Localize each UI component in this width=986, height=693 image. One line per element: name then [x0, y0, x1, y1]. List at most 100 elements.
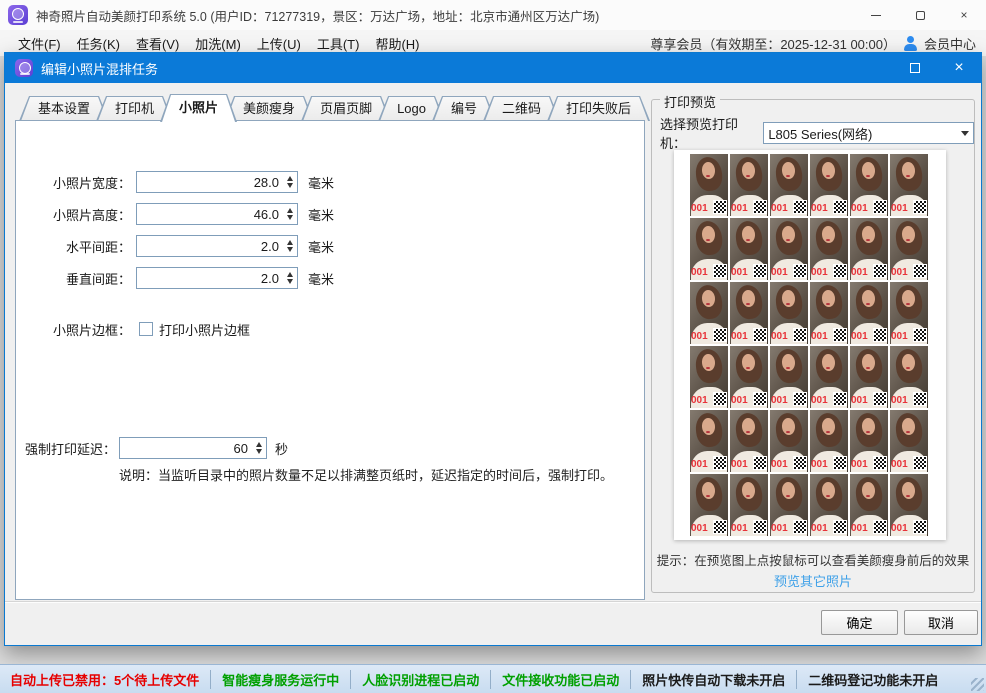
spin-up-icon — [287, 176, 293, 181]
photo-cell[interactable]: 001 — [770, 154, 808, 216]
spin-down-icon — [287, 183, 293, 188]
photo-cell[interactable]: 001 — [690, 154, 728, 216]
photo-number-badge: 001 — [891, 267, 908, 278]
tab-print-failure[interactable]: 打印失败后 — [547, 96, 650, 121]
photo-lips — [786, 495, 790, 497]
photo-lips — [906, 175, 910, 177]
photo-number-badge: 001 — [771, 331, 788, 342]
photo-cell[interactable]: 001 — [730, 346, 768, 408]
photo-cell[interactable]: 001 — [850, 218, 888, 280]
delay-note: 说明：当监听目录中的照片数量不足以排满整页纸时，延迟指定的时间后，强制打印。 — [119, 465, 613, 484]
dialog-close-button[interactable]: × — [937, 53, 981, 83]
ok-button[interactable]: 确定 — [821, 610, 898, 635]
photo-cell[interactable]: 001 — [770, 218, 808, 280]
photo-cell[interactable]: 001 — [890, 474, 928, 536]
spin-up-icon — [287, 272, 293, 277]
photo-cell[interactable]: 001 — [730, 282, 768, 344]
spin-up-icon — [256, 442, 262, 447]
photo-lips — [906, 367, 910, 369]
photo-lips — [786, 367, 790, 369]
photo-cell[interactable]: 001 — [770, 474, 808, 536]
photo-lips — [746, 495, 750, 497]
preview-page[interactable]: 0010010010010010010010010010010010010010… — [674, 150, 946, 540]
resize-grip[interactable] — [971, 678, 984, 691]
minimize-button[interactable] — [854, 0, 898, 30]
photo-cell[interactable]: 001 — [890, 154, 928, 216]
photo-cell[interactable]: 001 — [690, 474, 728, 536]
photo-cell[interactable]: 001 — [690, 282, 728, 344]
photo-lips — [826, 495, 830, 497]
photo-cell[interactable]: 001 — [890, 282, 928, 344]
photo-cell[interactable]: 001 — [890, 346, 928, 408]
photo-cell[interactable]: 001 — [850, 410, 888, 472]
photo-cell[interactable]: 001 — [890, 410, 928, 472]
print-border-checkbox[interactable] — [139, 322, 153, 336]
photo-cell[interactable]: 001 — [690, 410, 728, 472]
photo-number-badge: 001 — [891, 523, 908, 534]
photo-cell[interactable]: 001 — [810, 282, 848, 344]
photo-cell[interactable]: 001 — [850, 154, 888, 216]
qr-code-icon — [833, 200, 847, 214]
status-item: 自动上传已禁用：5个待上传文件 — [10, 670, 199, 689]
photo-lips — [706, 239, 710, 241]
photo-cell[interactable]: 001 — [770, 410, 808, 472]
delay-spinner[interactable] — [251, 438, 266, 458]
photo-number-badge: 001 — [691, 331, 708, 342]
tab-small-photo[interactable]: 小照片 — [160, 94, 237, 122]
tab-label: 小照片 — [179, 100, 218, 115]
photo-cell[interactable]: 001 — [850, 282, 888, 344]
photo-lips — [866, 303, 870, 305]
height-spinner[interactable] — [282, 204, 297, 224]
qr-code-icon — [873, 456, 887, 470]
photo-cell[interactable]: 001 — [810, 474, 848, 536]
close-icon: × — [960, 8, 967, 22]
member-area: 尊享会员（有效期至：2025-12-31 00:00） 会员中心 — [650, 34, 976, 53]
member-center-link[interactable]: 会员中心 — [924, 34, 976, 53]
delay-input[interactable]: 60 — [119, 437, 267, 459]
photo-cell[interactable]: 001 — [810, 410, 848, 472]
photo-cell[interactable]: 001 — [890, 218, 928, 280]
photo-lips — [826, 239, 830, 241]
photo-cell[interactable]: 001 — [810, 218, 848, 280]
qr-code-icon — [713, 264, 727, 278]
vspacing-spinner[interactable] — [282, 268, 297, 288]
printer-select-row: 选择预览打印机： L805 Series(网络) — [660, 114, 974, 152]
qr-code-icon — [713, 200, 727, 214]
qr-code-icon — [713, 520, 727, 534]
print-border-checkbox-label[interactable]: 打印小照片边框 — [159, 320, 250, 339]
photo-cell[interactable]: 001 — [730, 218, 768, 280]
photo-cell[interactable]: 001 — [850, 474, 888, 536]
dialog-maximize-icon — [910, 63, 920, 73]
maximize-button[interactable] — [898, 0, 942, 30]
photo-cell[interactable]: 001 — [690, 218, 728, 280]
photo-cell[interactable]: 001 — [730, 154, 768, 216]
width-input[interactable]: 28.0 — [136, 171, 298, 193]
photo-cell[interactable]: 001 — [810, 346, 848, 408]
photo-cell[interactable]: 001 — [770, 346, 808, 408]
vspacing-input[interactable]: 2.0 — [136, 267, 298, 289]
hspacing-input[interactable]: 2.0 — [136, 235, 298, 257]
photo-number-badge: 001 — [731, 395, 748, 406]
printer-select-combobox[interactable]: L805 Series(网络) — [763, 122, 974, 144]
hspacing-spinner[interactable] — [282, 236, 297, 256]
photo-lips — [746, 431, 750, 433]
photo-cell[interactable]: 001 — [810, 154, 848, 216]
qr-code-icon — [833, 456, 847, 470]
qr-code-icon — [793, 520, 807, 534]
photo-cell[interactable]: 001 — [730, 474, 768, 536]
height-input[interactable]: 46.0 — [136, 203, 298, 225]
photo-lips — [826, 175, 830, 177]
photo-cell[interactable]: 001 — [730, 410, 768, 472]
qr-code-icon — [793, 392, 807, 406]
field-row-border: 小照片边框： 打印小照片边框 — [16, 318, 250, 340]
spin-down-icon — [287, 247, 293, 252]
close-button[interactable]: × — [942, 0, 986, 30]
width-spinner[interactable] — [282, 172, 297, 192]
photo-cell[interactable]: 001 — [770, 282, 808, 344]
photo-number-badge: 001 — [811, 267, 828, 278]
cancel-button[interactable]: 取消 — [904, 610, 978, 635]
preview-other-photos-link[interactable]: 预览其它照片 — [652, 571, 974, 590]
photo-cell[interactable]: 001 — [690, 346, 728, 408]
photo-cell[interactable]: 001 — [850, 346, 888, 408]
dialog-maximize-button[interactable] — [893, 53, 937, 83]
